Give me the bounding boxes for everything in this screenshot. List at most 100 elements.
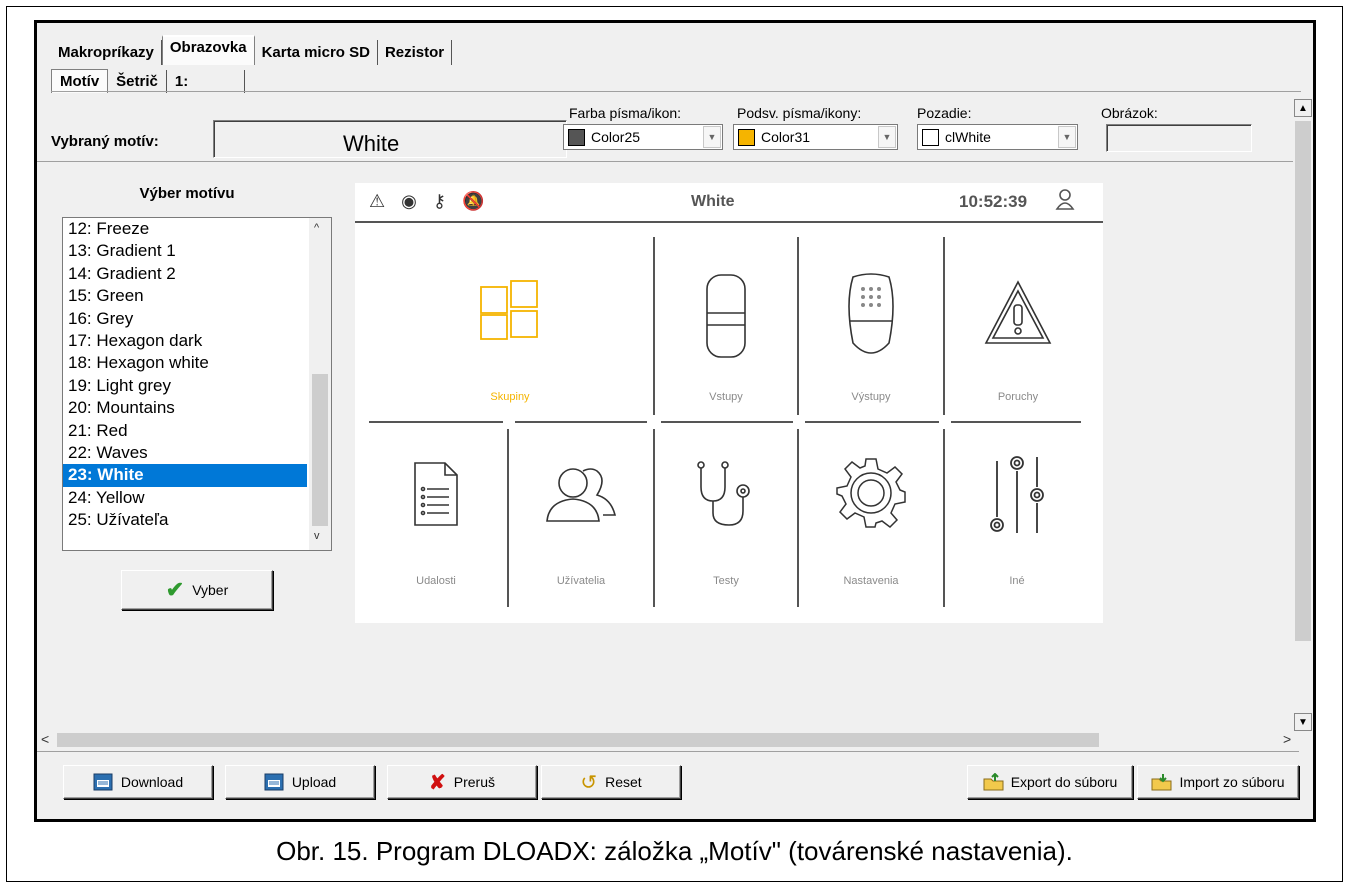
tab-makroprikazy[interactable]: Makropríkazy: [51, 40, 162, 65]
list-scroll-thumb[interactable]: [312, 374, 328, 526]
chevron-down-icon[interactable]: ▼: [878, 126, 896, 148]
vertical-scrollbar[interactable]: ▲ ▼: [1293, 97, 1313, 737]
stethoscope-icon: [697, 461, 750, 526]
partitions-icon: [480, 280, 538, 340]
reset-button-label: Reset: [605, 774, 642, 790]
scroll-down-icon[interactable]: ▼: [1294, 713, 1312, 731]
page: Makropríkazy Obrazovka Karta micro SD Re…: [0, 0, 1349, 888]
chevron-up-icon[interactable]: ^: [314, 222, 319, 234]
import-button-label: Import zo súboru: [1179, 774, 1285, 790]
tile-testy[interactable]: Testy: [657, 427, 795, 607]
grid-line: [653, 429, 655, 607]
theme-list-title: Výber motívu: [139, 185, 235, 202]
list-item[interactable]: 24: Yellow: [63, 487, 307, 509]
background-swatch: [922, 128, 939, 146]
theme-listbox[interactable]: 12: Freeze 13: Gradient 1 14: Gradient 2…: [62, 217, 332, 551]
tile-vstupy[interactable]: Vstupy: [655, 233, 797, 413]
checkmark-icon: ✔: [165, 577, 185, 602]
tile-label: Užívatelia: [556, 575, 606, 587]
tile-label: Poruchy: [997, 391, 1039, 403]
reset-icon: ↺: [580, 771, 598, 794]
horizontal-scroll-thumb[interactable]: [57, 733, 1099, 747]
tab-rezistor[interactable]: Rezistor: [377, 40, 453, 65]
grid-line: [515, 421, 647, 423]
list-item[interactable]: 19: Light grey: [63, 375, 307, 397]
tile-udalosti[interactable]: Udalosti: [367, 427, 505, 607]
list-item[interactable]: 13: Gradient 1: [63, 240, 307, 262]
download-button-label: Download: [120, 774, 184, 790]
tile-poruchy[interactable]: Poruchy: [945, 233, 1091, 413]
list-item-selected[interactable]: 23: White: [63, 464, 307, 487]
scroll-up-icon[interactable]: ▲: [1294, 99, 1312, 117]
list-item[interactable]: 12: Freeze: [63, 218, 307, 240]
tile-label: Vstupy: [709, 391, 743, 403]
list-item[interactable]: 18: Hexagon white: [63, 352, 307, 374]
background-label: Pozadie:: [917, 105, 972, 121]
grid-line: [507, 429, 509, 607]
close-icon: ✘: [429, 771, 446, 794]
gear-icon: [836, 458, 906, 528]
export-button-label: Export do súboru: [1010, 774, 1118, 790]
list-item[interactable]: 22: Waves: [63, 442, 307, 464]
list-item[interactable]: 20: Mountains: [63, 397, 307, 419]
tab-obrazovka[interactable]: Obrazovka: [161, 35, 255, 65]
abort-button[interactable]: ✘ Preruš: [387, 765, 537, 799]
list-item[interactable]: 21: Red: [63, 420, 307, 442]
abort-button-label: Preruš: [453, 774, 495, 790]
tab-motiv[interactable]: Motív: [51, 69, 109, 93]
font-color-select[interactable]: Color25 ▼: [563, 124, 723, 150]
list-item[interactable]: 14: Gradient 2: [63, 263, 307, 285]
panel-divider: [37, 161, 1299, 162]
list-scrollbar[interactable]: ^ v: [309, 218, 331, 550]
scroll-left-icon[interactable]: <: [41, 731, 49, 747]
dloadx-window: Makropríkazy Obrazovka Karta micro SD Re…: [34, 20, 1316, 822]
preview-header-line: [355, 221, 1103, 223]
export-button[interactable]: Export do súboru: [967, 765, 1133, 799]
tile-uzivatelia[interactable]: Užívatelia: [511, 427, 651, 607]
tile-nastavenia[interactable]: Nastavenia: [801, 427, 941, 607]
backlight-swatch: [738, 128, 755, 146]
folder-export-icon: [983, 773, 1004, 791]
selected-theme-value: White: [343, 131, 400, 156]
list-item[interactable]: 17: Hexagon dark: [63, 330, 307, 352]
preview-status-bar: ⚠ ◉ ⚷ 🔕 White 10:52:39: [355, 183, 1103, 223]
upload-button-label: Upload: [291, 774, 337, 790]
font-color-label: Farba písma/ikon:: [569, 105, 682, 121]
import-button[interactable]: Import zo súboru: [1137, 765, 1299, 799]
download-button[interactable]: Download: [63, 765, 213, 799]
font-color-value: Color25: [591, 129, 641, 145]
select-theme-button[interactable]: ✔ Vyber: [121, 570, 273, 610]
backlight-select[interactable]: Color31 ▼: [733, 124, 898, 150]
tile-label: Výstupy: [851, 391, 891, 403]
horizontal-scrollbar[interactable]: < >: [37, 731, 1299, 749]
tile-skupiny[interactable]: Skupiny: [415, 233, 605, 413]
upload-button[interactable]: Upload: [225, 765, 375, 799]
users-icon: [546, 468, 617, 522]
siren-icon: [848, 273, 894, 354]
theme-preview: ⚠ ◉ ⚷ 🔕 White 10:52:39 Skupiny Vstupy Vý…: [355, 183, 1103, 623]
upload-icon: [264, 773, 284, 791]
list-item[interactable]: 25: Užívateľa: [63, 509, 307, 531]
reset-button[interactable]: ↺ Reset: [541, 765, 681, 799]
chevron-down-icon[interactable]: ▼: [703, 126, 721, 148]
figure-caption: Obr. 15. Program DLOADX: záložka „Motív"…: [276, 836, 1073, 866]
main-tabs: Makropríkazy Obrazovka Karta micro SD Re…: [51, 35, 453, 65]
preview-status-icons: ⚠ ◉ ⚷ 🔕: [369, 191, 484, 212]
tile-label: Skupiny: [490, 391, 530, 403]
tile-ine[interactable]: Iné: [947, 427, 1087, 607]
list-item[interactable]: 16: Grey: [63, 308, 307, 330]
vertical-scroll-thumb[interactable]: [1295, 121, 1311, 641]
key-icon: ⚷: [432, 191, 447, 211]
list-item[interactable]: 15: Green: [63, 285, 307, 307]
tile-vystupy[interactable]: Výstupy: [799, 233, 943, 413]
image-field: [1106, 124, 1252, 152]
grid-line: [951, 421, 1081, 423]
chevron-down-icon[interactable]: v: [314, 530, 320, 542]
selected-theme-label: Vybraný motív:: [51, 133, 159, 150]
tab-setric[interactable]: Šetrič: [108, 70, 167, 93]
tab-karta-micro-sd[interactable]: Karta micro SD: [254, 40, 378, 65]
tab-1[interactable]: 1:: [167, 70, 245, 93]
chevron-down-icon[interactable]: ▼: [1058, 126, 1076, 148]
background-select[interactable]: clWhite ▼: [917, 124, 1078, 150]
scroll-right-icon[interactable]: >: [1283, 731, 1291, 747]
